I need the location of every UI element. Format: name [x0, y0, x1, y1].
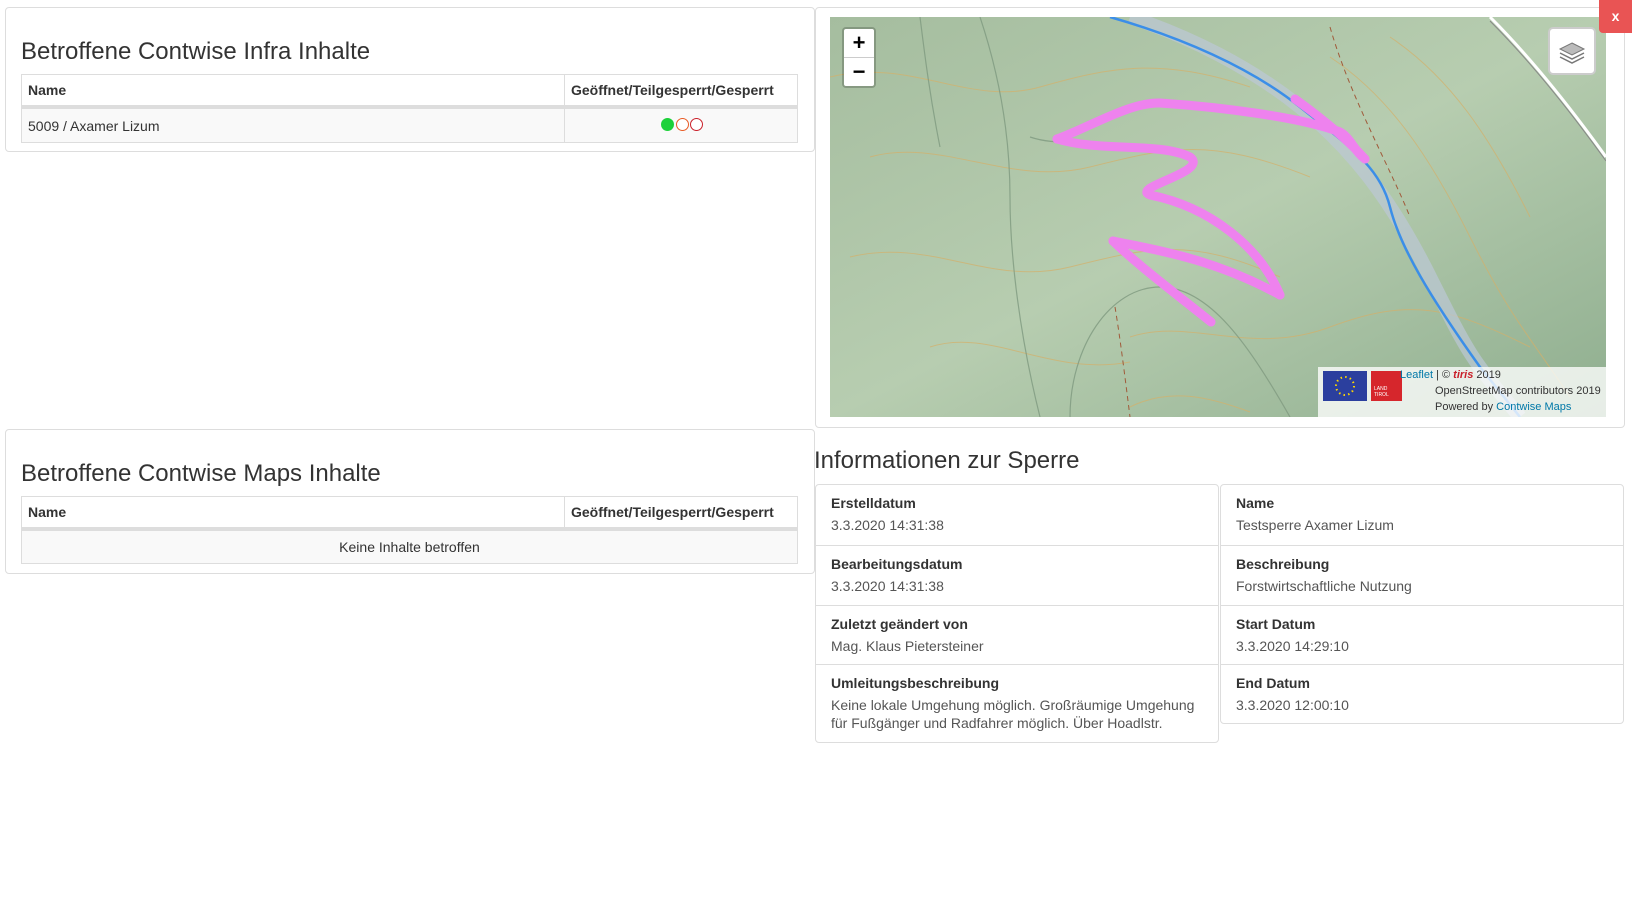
- layers-icon: [1558, 42, 1586, 64]
- info-item-zuletzt-geaendert: Zuletzt geändert von Mag. Klaus Pieterst…: [816, 605, 1218, 664]
- close-button[interactable]: x: [1599, 0, 1632, 33]
- land-tirol-logo: LAND TIROL: [1371, 371, 1402, 401]
- contwise-maps-link[interactable]: Contwise Maps: [1496, 401, 1571, 413]
- maps-panel: Betroffene Contwise Maps Inhalte Name Ge…: [5, 429, 815, 574]
- info-item-end-datum: End Datum 3.3.2020 12:00:10: [1221, 664, 1623, 723]
- info-left-column: Erstelldatum 3.3.2020 14:31:38 Bearbeitu…: [815, 484, 1219, 743]
- status-open-dot: [660, 118, 674, 132]
- table-row: Keine Inhalte betroffen: [21, 528, 798, 564]
- info-title: Informationen zur Sperre: [814, 447, 1080, 474]
- infra-table: Name Geöffnet/Teilgesperrt/Gesperrt 5009…: [21, 74, 798, 144]
- info-item-beschreibung: Beschreibung Forstwirtschaftliche Nutzun…: [1221, 545, 1623, 605]
- leaflet-link[interactable]: Leaflet: [1400, 369, 1433, 381]
- layers-button[interactable]: [1548, 27, 1596, 75]
- maps-panel-title: Betroffene Contwise Maps Inhalte: [21, 460, 381, 487]
- infra-col-name[interactable]: Name: [21, 74, 565, 109]
- info-item-name: Name Testsperre Axamer Lizum: [1236, 495, 1394, 533]
- info-item-erstelldatum: Erstelldatum 3.3.2020 14:31:38: [831, 495, 944, 533]
- map-attribution: LAND TIROL Leaflet | © tiris 2019 OpenSt…: [1318, 367, 1606, 417]
- tiris-label: tiris: [1453, 369, 1474, 381]
- info-item-umleitung: Umleitungsbeschreibung Keine lokale Umge…: [816, 664, 1218, 742]
- status-closed-dot: [690, 118, 704, 132]
- infra-row-name[interactable]: 5009 / Axamer Lizum: [21, 106, 565, 144]
- info-item-start-datum: Start Datum 3.3.2020 14:29:10: [1221, 605, 1623, 664]
- maps-col-name[interactable]: Name: [21, 496, 565, 531]
- zoom-out-button[interactable]: −: [844, 58, 874, 86]
- maps-table: Name Geöffnet/Teilgesperrt/Gesperrt Kein…: [21, 496, 798, 564]
- status-indicator: [564, 106, 798, 144]
- info-item-bearbeitungsdatum: Bearbeitungsdatum 3.3.2020 14:31:38: [816, 545, 1218, 605]
- maps-col-status[interactable]: Geöffnet/Teilgesperrt/Gesperrt: [564, 496, 798, 531]
- zoom-control: + −: [842, 27, 876, 88]
- map-view[interactable]: + − LAND TIROL Leaflet | © tiris 2019 Op…: [830, 17, 1606, 417]
- infra-panel: Betroffene Contwise Infra Inhalte Name G…: [5, 7, 815, 152]
- table-row[interactable]: 5009 / Axamer Lizum: [21, 106, 798, 144]
- infra-panel-title: Betroffene Contwise Infra Inhalte: [21, 38, 371, 65]
- infra-col-status[interactable]: Geöffnet/Teilgesperrt/Gesperrt: [564, 74, 798, 109]
- zoom-in-button[interactable]: +: [844, 29, 874, 58]
- status-partial-dot: [675, 118, 689, 132]
- empty-message: Keine Inhalte betroffen: [21, 528, 798, 564]
- eu-flag-icon: [1323, 371, 1367, 401]
- osm-attribution: OpenStreetMap contributors 2019: [1435, 385, 1601, 397]
- info-right-column: Name Testsperre Axamer Lizum Beschreibun…: [1220, 484, 1624, 724]
- traffic-light-icon: [660, 118, 704, 134]
- map-tiles: [830, 17, 1606, 417]
